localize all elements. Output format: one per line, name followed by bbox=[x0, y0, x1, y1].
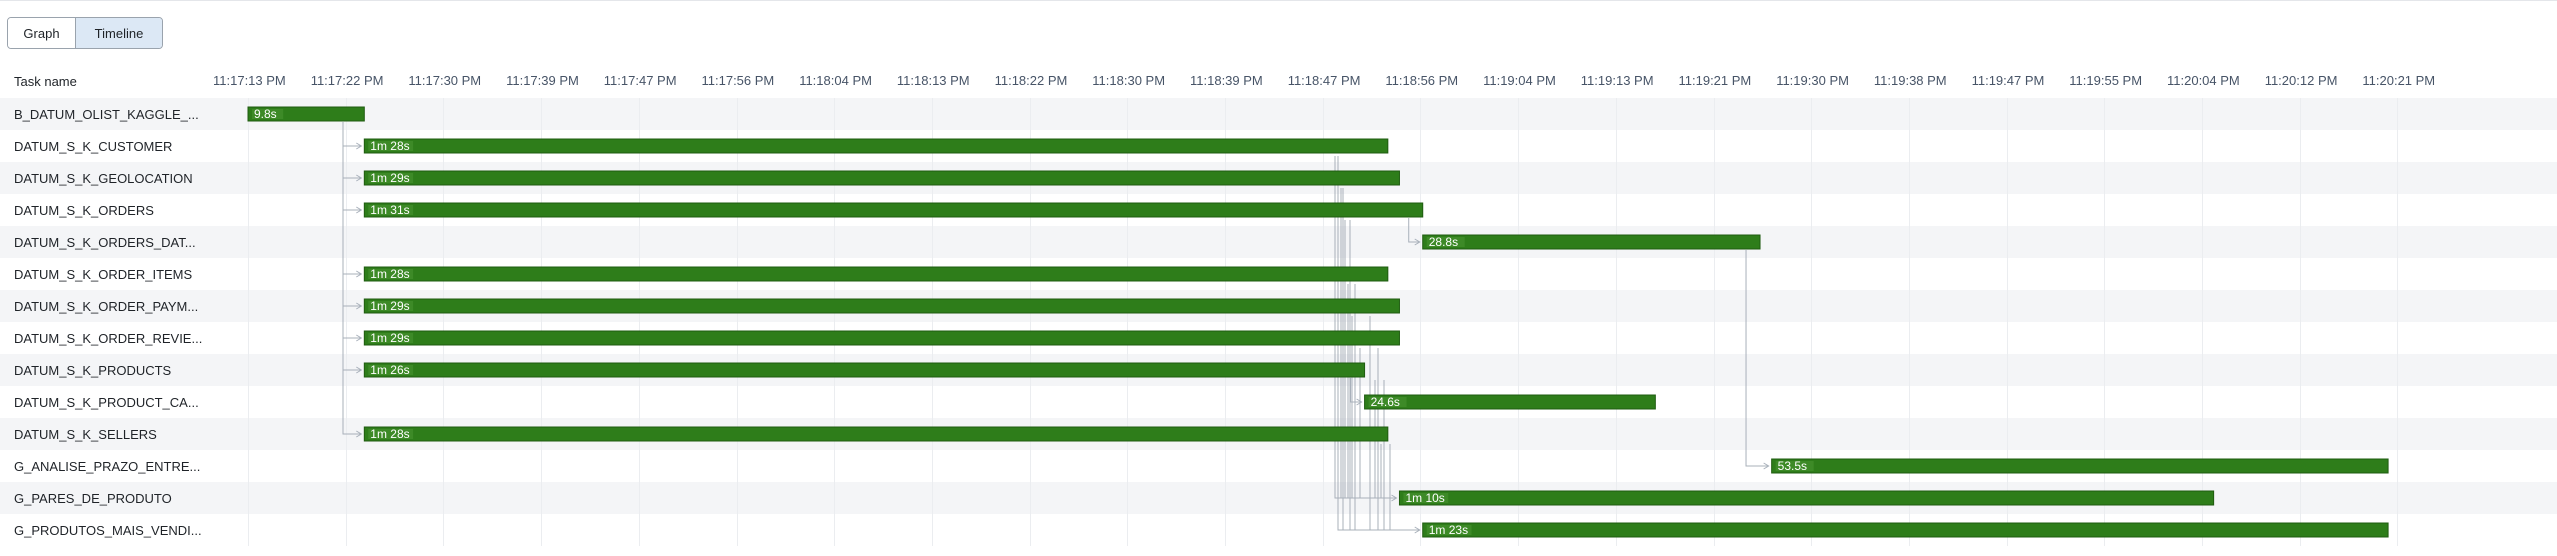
task-duration-label: 53.5s bbox=[1778, 459, 1807, 473]
task-duration-label: 1m 29s bbox=[370, 331, 409, 345]
task-bar[interactable] bbox=[363, 138, 1389, 154]
task-bar[interactable] bbox=[1422, 234, 1761, 250]
dependency-connector bbox=[1380, 444, 1396, 499]
dependency-connector bbox=[342, 122, 361, 435]
task-bar[interactable] bbox=[1771, 458, 2389, 474]
task-duration-label: 1m 23s bbox=[1429, 523, 1468, 537]
task-bar[interactable] bbox=[363, 426, 1389, 442]
task-bar[interactable] bbox=[363, 362, 1366, 378]
task-bar[interactable] bbox=[363, 202, 1424, 218]
dependency-connector bbox=[342, 122, 361, 211]
dependency-connector bbox=[1389, 444, 1419, 531]
task-duration-label: 1m 29s bbox=[370, 171, 409, 185]
task-duration-label: 1m 10s bbox=[1405, 491, 1444, 505]
task-duration-label: 1m 31s bbox=[370, 203, 409, 217]
task-bar[interactable] bbox=[363, 170, 1400, 186]
task-duration-label: 1m 26s bbox=[370, 363, 409, 377]
dependency-connector bbox=[342, 122, 361, 371]
timeline-chart: 9.8s 1m 28s 1m 29s 1m 31s 28.8s 1m 28s 1m 29s 1… bbox=[247, 106, 2389, 538]
task-duration-label: 1m 28s bbox=[370, 427, 409, 441]
task-duration-label: 9.8s bbox=[254, 107, 277, 121]
task-bar[interactable] bbox=[1422, 522, 2389, 538]
task-duration-label: 1m 29s bbox=[370, 299, 409, 313]
dependency-connector bbox=[342, 122, 361, 307]
task-duration-label: 1m 28s bbox=[370, 139, 409, 153]
task-bar[interactable] bbox=[363, 266, 1389, 282]
dependency-connector bbox=[342, 122, 361, 179]
task-duration-label: 1m 28s bbox=[370, 267, 409, 281]
dependency-connector bbox=[1745, 250, 1768, 467]
task-bar[interactable] bbox=[363, 298, 1400, 314]
task-duration-label: 24.6s bbox=[1371, 395, 1400, 409]
task-bar[interactable] bbox=[363, 330, 1400, 346]
dependency-connector bbox=[1408, 218, 1419, 243]
task-duration-label: 28.8s bbox=[1429, 235, 1458, 249]
task-bar[interactable] bbox=[1364, 394, 1656, 410]
task-bar[interactable] bbox=[1398, 490, 2215, 506]
dependency-connector bbox=[342, 122, 361, 275]
dependency-connector bbox=[342, 122, 361, 147]
